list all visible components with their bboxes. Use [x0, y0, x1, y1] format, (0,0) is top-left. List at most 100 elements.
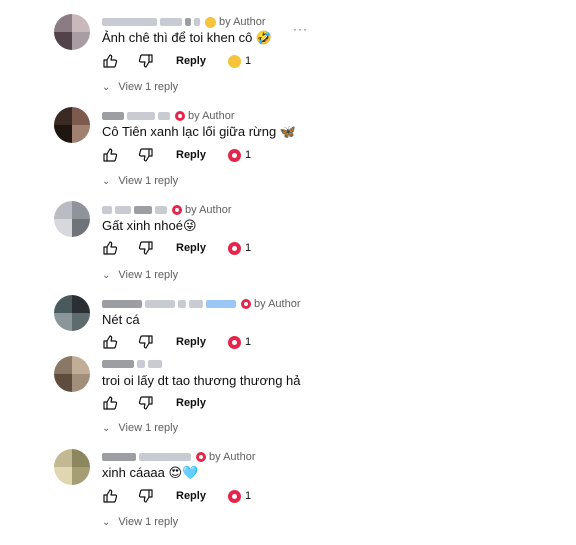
heart-reaction-icon [227, 489, 241, 503]
thumbs-up-icon[interactable] [102, 395, 118, 411]
view-replies-button[interactable]: ⌄ View 1 reply [102, 175, 178, 187]
reply-button[interactable]: Reply [176, 242, 206, 254]
reply-button[interactable]: Reply [176, 336, 206, 348]
avatar-image [54, 295, 90, 331]
comment-meta: by Author [102, 450, 255, 464]
avatar[interactable] [54, 107, 90, 143]
author-tag: by Author [254, 298, 301, 310]
view-replies-label: View 1 reply [118, 516, 179, 528]
redacted-username [137, 360, 145, 368]
reaction-count-value: 1 [244, 490, 252, 502]
author-tag: by Author [188, 110, 235, 122]
redacted-username [185, 18, 191, 26]
thumbs-down-icon[interactable] [138, 147, 154, 163]
reaction-count[interactable]: 1 [227, 148, 252, 162]
thumbs-down-icon[interactable] [138, 240, 154, 256]
redacted-username [194, 18, 200, 26]
reaction-count[interactable]: 1 [227, 489, 252, 503]
view-replies-button[interactable]: ⌄ View 1 reply [102, 422, 178, 434]
comment-meta [102, 357, 165, 371]
comment-text: Nét cá [102, 312, 140, 327]
thumbs-up-icon[interactable] [102, 147, 118, 163]
avatar-image [54, 201, 90, 237]
reply-button[interactable]: Reply [176, 55, 206, 67]
redacted-username [102, 18, 157, 26]
comment-actions: Reply 1 [102, 146, 251, 164]
chevron-down-icon: ⌄ [102, 175, 111, 187]
author-tag: by Author [219, 16, 266, 28]
comment-actions: Reply 1 [102, 487, 251, 505]
redacted-username [102, 360, 134, 368]
author-tag: by Author [209, 451, 256, 463]
reaction-count[interactable]: 1 [227, 241, 252, 255]
reaction-count-value: 1 [244, 55, 252, 67]
chevron-down-icon: ⌄ [102, 422, 111, 434]
heart-reaction-icon [227, 241, 241, 255]
avatar[interactable] [54, 14, 90, 50]
view-replies-button[interactable]: ⌄ View 1 reply [102, 81, 178, 93]
avatar-image [54, 356, 90, 392]
avatar-image [54, 449, 90, 485]
redacted-username [102, 453, 136, 461]
view-replies-button[interactable]: ⌄ View 1 reply [102, 516, 178, 528]
view-replies-button[interactable]: ⌄ View 1 reply [102, 269, 178, 281]
chevron-down-icon: ⌄ [102, 516, 111, 528]
avatar[interactable] [54, 295, 90, 331]
thumbs-up-icon[interactable] [102, 488, 118, 504]
redacted-username [102, 300, 142, 308]
heart-badge-icon [241, 299, 251, 309]
thumbs-down-icon[interactable] [138, 53, 154, 69]
redacted-username [139, 453, 191, 461]
reply-button[interactable]: Reply [176, 397, 206, 409]
reaction-count-value: 1 [244, 149, 252, 161]
more-options-icon[interactable]: ··· [293, 22, 308, 36]
redacted-username [134, 206, 152, 214]
thumbs-down-icon[interactable] [138, 488, 154, 504]
view-replies-label: View 1 reply [118, 269, 179, 281]
redacted-username [145, 300, 175, 308]
reaction-count[interactable]: 1 [227, 335, 252, 349]
redacted-username [206, 300, 236, 308]
reply-button[interactable]: Reply [176, 490, 206, 502]
heart-badge-icon [172, 205, 182, 215]
reaction-count[interactable]: 1 [227, 54, 252, 68]
reaction-badge-icon [205, 16, 216, 28]
thumbs-up-icon[interactable] [102, 240, 118, 256]
comment-meta: by Author [102, 203, 231, 217]
redacted-username [178, 300, 186, 308]
comment-text: Cô Tiên xanh lạc lối giữa rừng 🦋 [102, 124, 297, 139]
avatar[interactable] [54, 356, 90, 392]
comment-meta: by Author [102, 15, 265, 29]
thumbs-down-icon[interactable] [138, 334, 154, 350]
heart-badge-icon [175, 111, 185, 121]
reaction-count-value: 1 [244, 336, 252, 348]
redacted-username [189, 300, 203, 308]
avatar[interactable] [54, 449, 90, 485]
author-tag: by Author [185, 204, 232, 216]
thumbs-down-icon[interactable] [138, 395, 154, 411]
comment-actions: Reply 1 [102, 333, 251, 351]
comment-meta: by Author [102, 109, 234, 123]
redacted-username [148, 360, 162, 368]
view-replies-label: View 1 reply [118, 422, 179, 434]
reply-button[interactable]: Reply [176, 149, 206, 161]
chevron-down-icon: ⌄ [102, 81, 111, 93]
heart-reaction-icon [227, 335, 241, 349]
avatar[interactable] [54, 201, 90, 237]
comment-text: Ảnh chê thì để toi khen cô 🤣 [102, 30, 273, 45]
view-replies-label: View 1 reply [118, 81, 179, 93]
avatar-image [54, 107, 90, 143]
thumbs-up-icon[interactable] [102, 334, 118, 350]
comment-text: Gất xinh nhoé😜 [102, 218, 197, 233]
comment-actions: Reply 1 [102, 239, 251, 257]
avatar-image [54, 14, 90, 50]
comment-text: troi oi lấy dt tao thương thương hả [102, 373, 301, 388]
comment-actions: Reply [102, 394, 206, 412]
chevron-down-icon: ⌄ [102, 269, 111, 281]
comment-actions: Reply 1 [102, 52, 251, 70]
reaction-count-value: 1 [244, 242, 252, 254]
redacted-username [127, 112, 155, 120]
redacted-username [158, 112, 170, 120]
thumbs-up-icon[interactable] [102, 53, 118, 69]
redacted-username [102, 112, 124, 120]
